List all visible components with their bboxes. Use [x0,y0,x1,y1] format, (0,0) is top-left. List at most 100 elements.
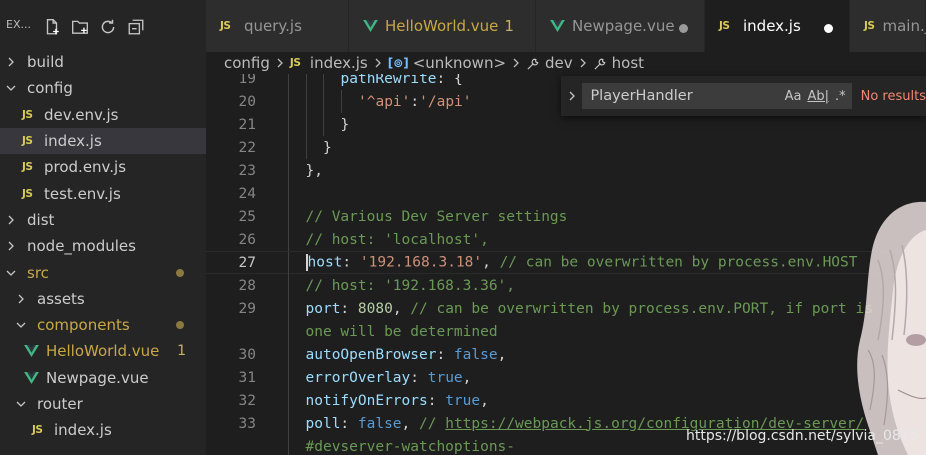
tree-folder[interactable]: router [0,391,206,417]
code-token: : [410,93,420,110]
code-token: // can be overwritten by process.env.HOS… [499,254,858,271]
new-file-icon[interactable] [38,18,66,36]
tree-item-label: test.env.js [44,184,121,203]
tree-file[interactable]: JS prod.env.js [0,154,206,180]
tree-file[interactable]: JS test.env.js [0,180,206,206]
code-token: , [392,300,411,317]
code-line[interactable]: one will be determined [206,320,926,343]
tree-file[interactable]: Newpage.vue [0,365,206,391]
code-token: , [462,369,472,386]
code-line[interactable]: 22} [206,136,926,159]
code-token: false [357,415,402,432]
breadcrumb-symbol[interactable]: <unknown> [413,54,506,72]
code-line[interactable]: 23}, [206,159,926,182]
tree-folder[interactable]: node_modules [0,233,206,259]
collapse-all-icon[interactable] [122,18,150,36]
code-text: } [341,117,350,133]
find-query: PlayerHandler [590,88,693,104]
indent-guide [323,74,324,90]
code-text: notifyOnErrors: true, [306,393,489,409]
editor-tab[interactable]: Newpage.vue [536,0,705,52]
code-token: , [401,415,420,432]
code-token: : [340,415,358,432]
indent-guide [288,182,289,205]
tree-folder[interactable]: build [0,49,206,75]
tree-file[interactable]: JS index.js [0,417,206,443]
editor-tab[interactable]: JS main.j [850,0,926,52]
code-line[interactable]: 24 [206,182,926,205]
unsaved-dot-icon[interactable] [824,24,833,33]
breadcrumb-file[interactable]: index.js [310,54,368,72]
toggle-replace-chevron-icon[interactable] [561,91,582,101]
modified-dot-icon [176,321,184,330]
code-text: pathRewrite: { [341,74,463,87]
indent-guide [288,274,289,297]
editor-tab[interactable]: JS index.js [705,0,850,52]
code-token: , [480,392,489,409]
editor-tab[interactable]: HelloWorld.vue 1 [349,0,536,52]
indent-guide [288,90,289,113]
code-token: notifyOnErrors [305,392,428,409]
chevron-down-icon [14,399,28,409]
whole-word-toggle[interactable]: Ab| [807,89,829,104]
breadcrumb-prop-host[interactable]: host [612,54,644,72]
code-token: autoOpenBrowser [305,346,437,363]
line-number: 26 [238,231,256,248]
code-line[interactable]: 31 errorOverlay: true, [206,366,926,389]
tree-item-label: components [37,316,130,335]
tree-folder[interactable]: src [0,259,206,285]
code-line[interactable]: 32 notifyOnErrors: true, [206,389,926,412]
find-input[interactable]: PlayerHandler Aa Ab| .* [582,83,852,109]
chevron-right-icon [4,241,18,251]
breadcrumb-prop-dev[interactable]: dev [545,54,573,72]
code-token: // can be overwritten by process.env.POR… [410,300,873,317]
tree-file[interactable]: JS dev.env.js [0,102,206,128]
code-token: errorOverlay [305,369,411,386]
tree-folder[interactable]: dist [0,207,206,233]
code-line[interactable]: 28 // host: '192.168.3.36', [206,274,926,297]
code-token: // host: 'localhost', [305,231,489,248]
tree-folder[interactable]: components [0,312,206,338]
code-line[interactable]: 26 // host: 'localhost', [206,228,926,251]
code-line[interactable]: 30 autoOpenBrowser: false, [206,343,926,366]
editor-tab[interactable]: JS query.js [206,0,349,52]
explorer-title: EX... [6,18,31,31]
refresh-icon[interactable] [94,18,122,36]
tree-folder[interactable]: assets [0,286,206,312]
code-line[interactable]: 21} [206,113,926,136]
tree-item-label: assets [37,289,85,308]
indent-guide [323,113,324,136]
new-folder-icon[interactable] [66,18,94,36]
code-token: host [307,254,343,271]
indent-guide [288,435,289,455]
code-text: port: 8080, // can be overwritten by pro… [306,301,873,317]
indent-guide [288,205,289,228]
code-token: '192.168.3.18' [359,254,483,271]
anime-character-art [857,201,926,455]
regex-toggle[interactable]: .* [835,89,846,104]
code-line[interactable]: 27 host: '192.168.3.18', // can be overwr… [206,251,926,275]
breadcrumb-folder[interactable]: config [224,54,270,72]
chevron-down-icon [4,268,18,278]
code-line[interactable]: 29 port: 8080, // can be overwritten by p… [206,297,926,320]
watermark: https://blog.csdn.net/sylvia_0815 [686,428,919,444]
tree-file[interactable]: HelloWorld.vue 1 [0,338,206,364]
chevron-right-icon [512,58,520,68]
match-case-toggle[interactable]: Aa [785,89,802,104]
code-text: one will be determined [306,324,498,340]
line-number: 23 [238,162,256,179]
problem-count-badge: 1 [177,343,186,360]
unsaved-dot-icon[interactable] [679,24,688,33]
line-number: 32 [238,392,256,409]
code-editor[interactable]: 19 pathRewrite: {20 '^api':'/api' 21} 22} 23}… [206,74,926,455]
tree-item-label: config [27,79,73,98]
code-token: '^api' [358,93,411,110]
code-token: , [497,346,507,363]
js-file-icon: JS [22,108,33,121]
tree-folder[interactable]: config [0,75,206,101]
code-line[interactable]: 25 // Various Dev Server settings [206,205,926,228]
indent-guide [288,412,289,435]
code-text: // host: 'localhost', [306,232,489,248]
tree-file[interactable]: JS index.js [0,127,206,155]
code-token: #devserver-watchoptions- [305,438,516,455]
